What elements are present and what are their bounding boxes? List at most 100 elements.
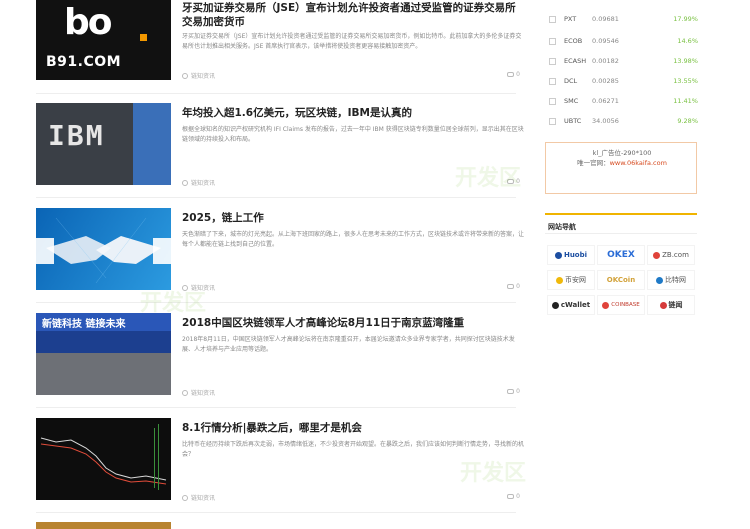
coin-row[interactable]: ECASH 0.00182 13.98% (545, 50, 700, 72)
coin-row[interactable]: UBTC 34.0056 9.28% (545, 110, 700, 132)
coin-icon (549, 77, 556, 85)
partner-name: OKEX (607, 250, 635, 260)
article-item[interactable]: bo B91.COM 牙买加证券交易所（JSE）宣布计划允许投资者通过受监管的证… (36, 0, 526, 84)
thumbnail-caption: 新链科技 链接未来 (42, 319, 126, 330)
coinbase-icon (602, 301, 610, 309)
huobi-icon (554, 251, 562, 259)
partner-name: COINBASE (611, 302, 640, 308)
article-item[interactable]: 2025，链上工作 天色渐暗了下来，城市的灯光亮起。从上海下班回家的路上，很多人… (36, 208, 526, 294)
article-list: bo B91.COM 牙买加证券交易所（JSE）宣布计划允许投资者通过受监管的证… (0, 0, 540, 529)
article-source: 链知资讯 (191, 390, 216, 397)
divider (36, 302, 516, 303)
b91-logo: bo (64, 2, 112, 43)
article-source: 链知资讯 (191, 495, 216, 502)
coin-row[interactable]: DCL 0.00285 13.55% (545, 70, 700, 92)
price-chart-image (40, 424, 167, 490)
partner-link-zb[interactable]: ZB.com (647, 245, 695, 265)
coin-icon (549, 37, 556, 45)
article-title[interactable]: 2018中国区块链领军人才高峰论坛8月11日于南京蓝湾隆重 (182, 316, 526, 330)
partner-name: 链闻 (668, 301, 683, 309)
comment-icon (507, 389, 515, 394)
article-item[interactable]: 8.1行情分析|暴跌之后，哪里才是机会 比特币在经历持续下跌后再次走弱，市场情绪… (36, 418, 526, 504)
thumbnail-blue-panel (133, 103, 171, 185)
coin-change: 14.6% (677, 37, 698, 45)
article-title[interactable]: 8.1行情分析|暴跌之后，哪里才是机会 (182, 421, 526, 435)
comment-count[interactable]: 0 (507, 388, 520, 395)
bitnet-icon (656, 276, 663, 284)
divider (36, 197, 516, 198)
partner-link-coinbase[interactable]: COINBASE (597, 295, 645, 315)
comment-number: 0 (516, 493, 520, 500)
coin-price: 34.0056 (592, 117, 619, 125)
article-thumbnail[interactable]: 新链科技 链接未来 (36, 313, 171, 395)
article-thumbnail[interactable]: bo B91.COM (36, 0, 171, 80)
thumbnail-domain: B91.COM (46, 54, 122, 70)
chainnews-icon (659, 301, 667, 309)
coin-icon (549, 117, 556, 125)
article-title[interactable]: 年均投入超1.6亿美元，玩区块链，IBM是认真的 (182, 106, 526, 120)
coin-row[interactable]: ECOB 0.09546 14.6% (545, 30, 700, 52)
ad-box[interactable]: kl_广告位-290*100 唯一官网：www.06kaifa.com (545, 142, 697, 194)
partner-link-bitnet[interactable]: 比特网 (647, 270, 695, 290)
coin-name: PXT (564, 15, 577, 23)
coin-name: UBTC (564, 117, 582, 125)
divider (36, 512, 516, 513)
partner-name: 比特网 (665, 276, 686, 284)
article-title[interactable]: 2025，链上工作 (182, 211, 526, 225)
coin-price: 0.00182 (592, 57, 619, 65)
comment-count[interactable]: 0 (507, 283, 520, 290)
article-item[interactable]: 新链科技 链接未来 2018中国区块链领军人才高峰论坛8月11日于南京蓝湾隆重 … (36, 313, 526, 399)
article-desc: 根据全球知名的知识产权研究机构 IFI Claims 发布的报告，过去一年中 I… (182, 126, 524, 143)
comment-number: 0 (516, 388, 520, 395)
comment-icon (507, 494, 515, 499)
coin-price: 0.09546 (592, 37, 619, 45)
divider (36, 93, 516, 94)
coin-row[interactable]: PXT 0.09681 17.99% (545, 8, 700, 30)
coin-change: 9.28% (677, 117, 698, 125)
ad-size-label: kl_广告位-290*100 (592, 149, 652, 157)
coin-change: 11.41% (673, 97, 698, 105)
ibm-logo: IBM (48, 119, 105, 152)
article-meta: 链知资讯 (182, 388, 215, 397)
coin-change: 17.99% (673, 15, 698, 23)
article-thumbnail[interactable] (36, 418, 171, 500)
clock-icon (182, 389, 188, 396)
ad-contact-link[interactable]: www.06kaifa.com (610, 159, 667, 167)
article-title[interactable]: 牙买加证券交易所（JSE）宣布计划允许投资者通过受监管的证券交易所交易加密货币 (182, 1, 526, 29)
partner-link-chainnews[interactable]: 链闻 (647, 295, 695, 315)
partner-link-okex[interactable]: OKEX (597, 245, 645, 265)
article-thumbnail[interactable]: IBM (36, 103, 171, 185)
handshake-image (36, 217, 171, 284)
partner-name: Huobi (563, 251, 588, 259)
partners-title-underline (545, 233, 697, 234)
coin-price: 0.06271 (592, 97, 619, 105)
zb-icon (653, 251, 661, 259)
partner-link-cwallet[interactable]: cWallet (547, 295, 595, 315)
article-source: 链知资讯 (191, 180, 216, 187)
comment-count[interactable]: 0 (507, 493, 520, 500)
article-desc: 牙买加证券交易所（JSE）宣布计划允许投资者通过受监管的证券交易所交易加密货币，… (182, 33, 522, 50)
partner-link-okcoin[interactable]: OKCoin (597, 270, 645, 290)
partner-link-huobi[interactable]: Huobi (547, 245, 595, 265)
article-thumbnail-partial[interactable] (36, 522, 171, 529)
article-thumbnail[interactable] (36, 208, 171, 290)
partner-name: 币安网 (565, 276, 586, 284)
partner-name: cWallet (560, 301, 591, 309)
watermark: 开发区 (140, 291, 207, 316)
comment-count[interactable]: 0 (507, 71, 520, 78)
coin-change: 13.55% (673, 77, 698, 85)
comment-icon (507, 72, 515, 77)
article-source: 链知资讯 (191, 73, 216, 80)
ad-contact-label: 唯一官网： (577, 159, 610, 167)
article-item[interactable]: IBM 年均投入超1.6亿美元，玩区块链，IBM是认真的 根据全球知名的知识产权… (36, 103, 526, 189)
clock-icon (182, 494, 188, 501)
partner-link-binance[interactable]: 币安网 (547, 270, 595, 290)
coin-name: ECASH (564, 57, 587, 65)
comment-number: 0 (516, 71, 520, 78)
section-divider (545, 213, 697, 215)
coin-name: SMC (564, 97, 579, 105)
coin-name: DCL (564, 77, 578, 85)
coin-row[interactable]: SMC 0.06271 11.41% (545, 90, 700, 112)
coin-price: 0.09681 (592, 15, 619, 23)
cwallet-icon (551, 301, 559, 309)
